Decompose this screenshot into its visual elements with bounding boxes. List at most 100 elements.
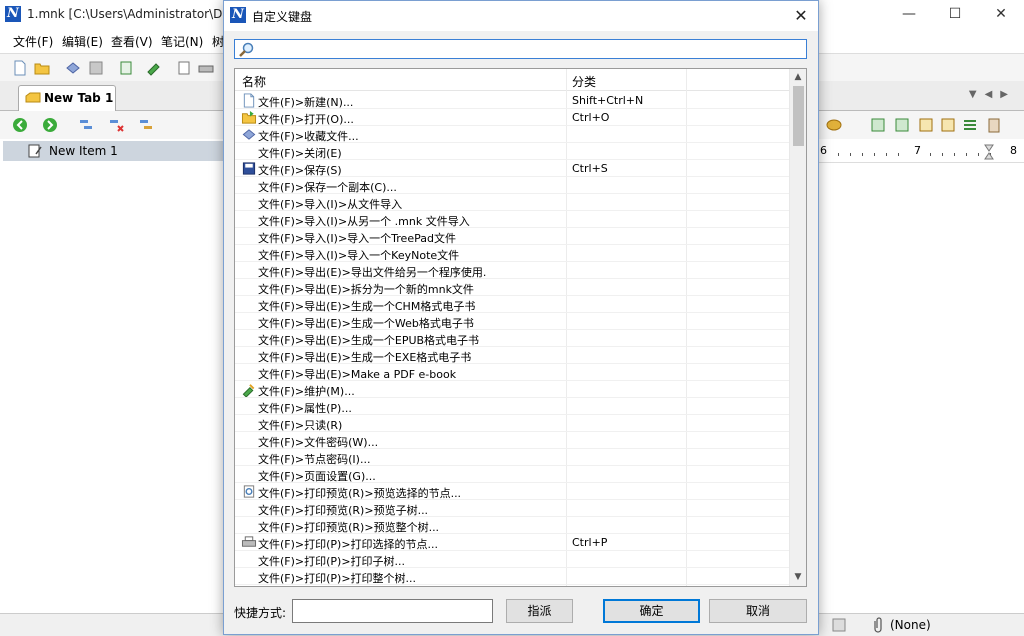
close-window-icon[interactable]: ✕ [978, 0, 1024, 28]
scroll-down-icon[interactable]: ▼ [790, 569, 806, 586]
menu-view[interactable]: 查看(V) [111, 33, 153, 50]
menu-file[interactable]: 文件(F) [13, 33, 53, 50]
clipboard-icon[interactable] [986, 117, 1002, 133]
list-item[interactable]: 文件(F)>导出(E)>生成一个CHM格式电子书 [235, 296, 790, 313]
list-item[interactable]: 文件(F)>维护(M)... [235, 381, 790, 398]
open-folder-icon[interactable] [34, 60, 50, 76]
list-item[interactable]: 文件(F)>导出(E)>导出文件给另一个程序使用. [235, 262, 790, 279]
list-item[interactable]: 文件(F)>新建(N)... Shift+Ctrl+N [235, 92, 790, 109]
maintain-icon[interactable] [146, 60, 162, 76]
list-item[interactable]: 文件(F)>导出(E)>Make a PDF e-book [235, 364, 790, 381]
favorites-icon[interactable] [65, 60, 81, 76]
indent-marker-icon[interactable] [984, 144, 994, 160]
command-name: 文件(F)>导入(I)>导入一个KeyNote文件 [258, 249, 460, 262]
command-name: 文件(F)>导出(E)>生成一个EXE格式电子书 [258, 351, 472, 364]
command-name: 文件(F)>打印预览(R)>预览子树... [258, 504, 429, 517]
app-logo-icon: N [230, 7, 246, 23]
new-file-icon[interactable] [12, 60, 28, 76]
command-name: 文件(F)>打印预览(R)>预览整个树... [258, 521, 440, 534]
shortcut-input[interactable] [292, 599, 493, 623]
column-header-category[interactable]: 分类 [572, 73, 596, 90]
list-item[interactable]: 文件(F)>导出(E)>拆分为一个新的mnk文件 [235, 279, 790, 296]
dialog-close-icon[interactable]: ✕ [784, 1, 818, 30]
list-item[interactable]: 文件(F)>关闭(E) [235, 143, 790, 160]
node-star-icon[interactable] [918, 117, 934, 133]
column-header-name[interactable]: 名称 [242, 73, 266, 90]
list-item[interactable]: 文件(F)>导出(E)>生成一个EPUB格式电子书 [235, 330, 790, 347]
ruler-number: 7 [914, 144, 921, 157]
tab-scroll-arrows[interactable]: ▼◀▶ [969, 89, 1016, 100]
back-icon[interactable] [12, 117, 28, 133]
vertical-scrollbar[interactable]: ▲ ▼ [789, 69, 806, 586]
list-item[interactable]: 文件(F)>收藏文件... [235, 126, 790, 143]
dialog-title-bar: N 自定义键盘 ✕ [224, 1, 818, 31]
minimize-icon[interactable]: — [886, 0, 932, 28]
scroll-thumb[interactable] [793, 86, 804, 146]
scroll-up-icon[interactable]: ▲ [790, 69, 806, 86]
tab-new-tab-1[interactable]: New Tab 1 [18, 85, 116, 112]
tree-panel: New Item 1 [0, 139, 226, 613]
list-icon[interactable] [962, 117, 978, 133]
command-name: 文件(F)>保存(S) [258, 164, 342, 177]
maintain-icon [242, 384, 255, 397]
command-shortcut: Ctrl+O [572, 111, 610, 124]
node-edit-icon[interactable] [940, 117, 956, 133]
list-item[interactable]: 文件(F)>节点密码(I)... [235, 449, 790, 466]
list-item[interactable]: 文件(F)>只读(R) [235, 415, 790, 432]
list-item[interactable]: 文件(F)>导入(I)>导入一个TreePad文件 [235, 228, 790, 245]
list-item[interactable]: 文件(F)>导出(E)>生成一个Web格式电子书 [235, 313, 790, 330]
list-item[interactable]: 文件(F)>打印(P)>打印整个树... [235, 568, 790, 585]
list-item[interactable]: 文件(F)>打印预览(R)>预览整个树... [235, 517, 790, 534]
command-list: 名称 分类 文件(F)>新建(N)... Shift+Ctrl+N 文件(F)>打开… [234, 68, 807, 587]
command-name: 文件(F)>打开(O)... [258, 113, 354, 126]
style-icon[interactable] [826, 117, 842, 133]
list-item[interactable]: 文件(F)>保存一个副本(C)... [235, 177, 790, 194]
save-status-icon [832, 618, 846, 632]
list-item[interactable]: 文件(F)>打印(P)>打印选择的节点... Ctrl+P [235, 534, 790, 551]
search-field[interactable] [234, 39, 807, 59]
list-item[interactable]: 文件(F)>打印预览(R)>预览选择的节点... [235, 483, 790, 500]
tree-item[interactable]: New Item 1 [3, 141, 223, 161]
list-item[interactable]: 文件(F)>导出(E)>生成一个EXE格式电子书 [235, 347, 790, 364]
list-item[interactable]: 文件(F)>保存(S) Ctrl+S [235, 160, 790, 177]
node-properties-icon[interactable] [138, 117, 154, 133]
printer-icon[interactable] [198, 60, 214, 76]
folder-tab-icon [25, 92, 41, 103]
list-item[interactable]: 文件(F)>属性(P)... [235, 398, 790, 415]
delete-node-icon[interactable] [108, 117, 124, 133]
main-window-title: 1.mnk [C:\Users\Administrator\Do [27, 7, 230, 21]
command-name: 文件(F)>节点密码(I)... [258, 453, 371, 466]
print-preview-icon[interactable] [176, 60, 192, 76]
node-move-icon[interactable] [894, 117, 910, 133]
command-name: 文件(F)>导入(I)>导入一个TreePad文件 [258, 232, 456, 245]
command-shortcut: Ctrl+P [572, 536, 608, 549]
list-item[interactable]: 文件(F)>页面设置(G)... [235, 466, 790, 483]
command-name: 文件(F)>打印(P)>打印整个树... [258, 572, 417, 585]
cancel-button[interactable]: 取消 [709, 599, 807, 623]
favorites-icon [242, 129, 256, 140]
menu-edit[interactable]: 编辑(E) [62, 33, 103, 50]
list-item[interactable]: 文件(F)>导入(I)>从文件导入 [235, 194, 790, 211]
ruler-number: 8 [1010, 144, 1017, 157]
list-item[interactable]: 文件(F)>打印(P)>打印子树... [235, 551, 790, 568]
add-node-icon[interactable] [78, 117, 94, 133]
attachment-icon [874, 617, 882, 633]
ok-button[interactable]: 确定 [603, 599, 700, 623]
print-preview-icon [243, 485, 255, 498]
save-icon[interactable] [88, 60, 104, 76]
list-item[interactable]: 文件(F)>文件密码(W)... [235, 432, 790, 449]
list-item[interactable]: 文件(F)>打开(O)... Ctrl+O [235, 109, 790, 126]
command-name: 文件(F)>保存一个副本(C)... [258, 181, 397, 194]
list-item[interactable]: 文件(F)>导入(I)>导入一个KeyNote文件 [235, 245, 790, 262]
list-item[interactable]: 文件(F)>打印预览(R)>预览子树... [235, 500, 790, 517]
copy-icon[interactable] [118, 60, 134, 76]
menu-note[interactable]: 笔记(N) [161, 33, 203, 50]
search-input[interactable] [257, 41, 802, 57]
assign-button[interactable]: 指派 [506, 599, 573, 623]
list-item[interactable]: 文件(F)>导入(I)>从另一个 .mnk 文件导入 [235, 211, 790, 228]
forward-icon[interactable] [42, 117, 58, 133]
maximize-icon[interactable]: ☐ [932, 0, 978, 28]
node-action-icon[interactable] [870, 117, 886, 133]
ruler-number: 6 [820, 144, 827, 157]
tree-item-label: New Item 1 [49, 144, 118, 158]
